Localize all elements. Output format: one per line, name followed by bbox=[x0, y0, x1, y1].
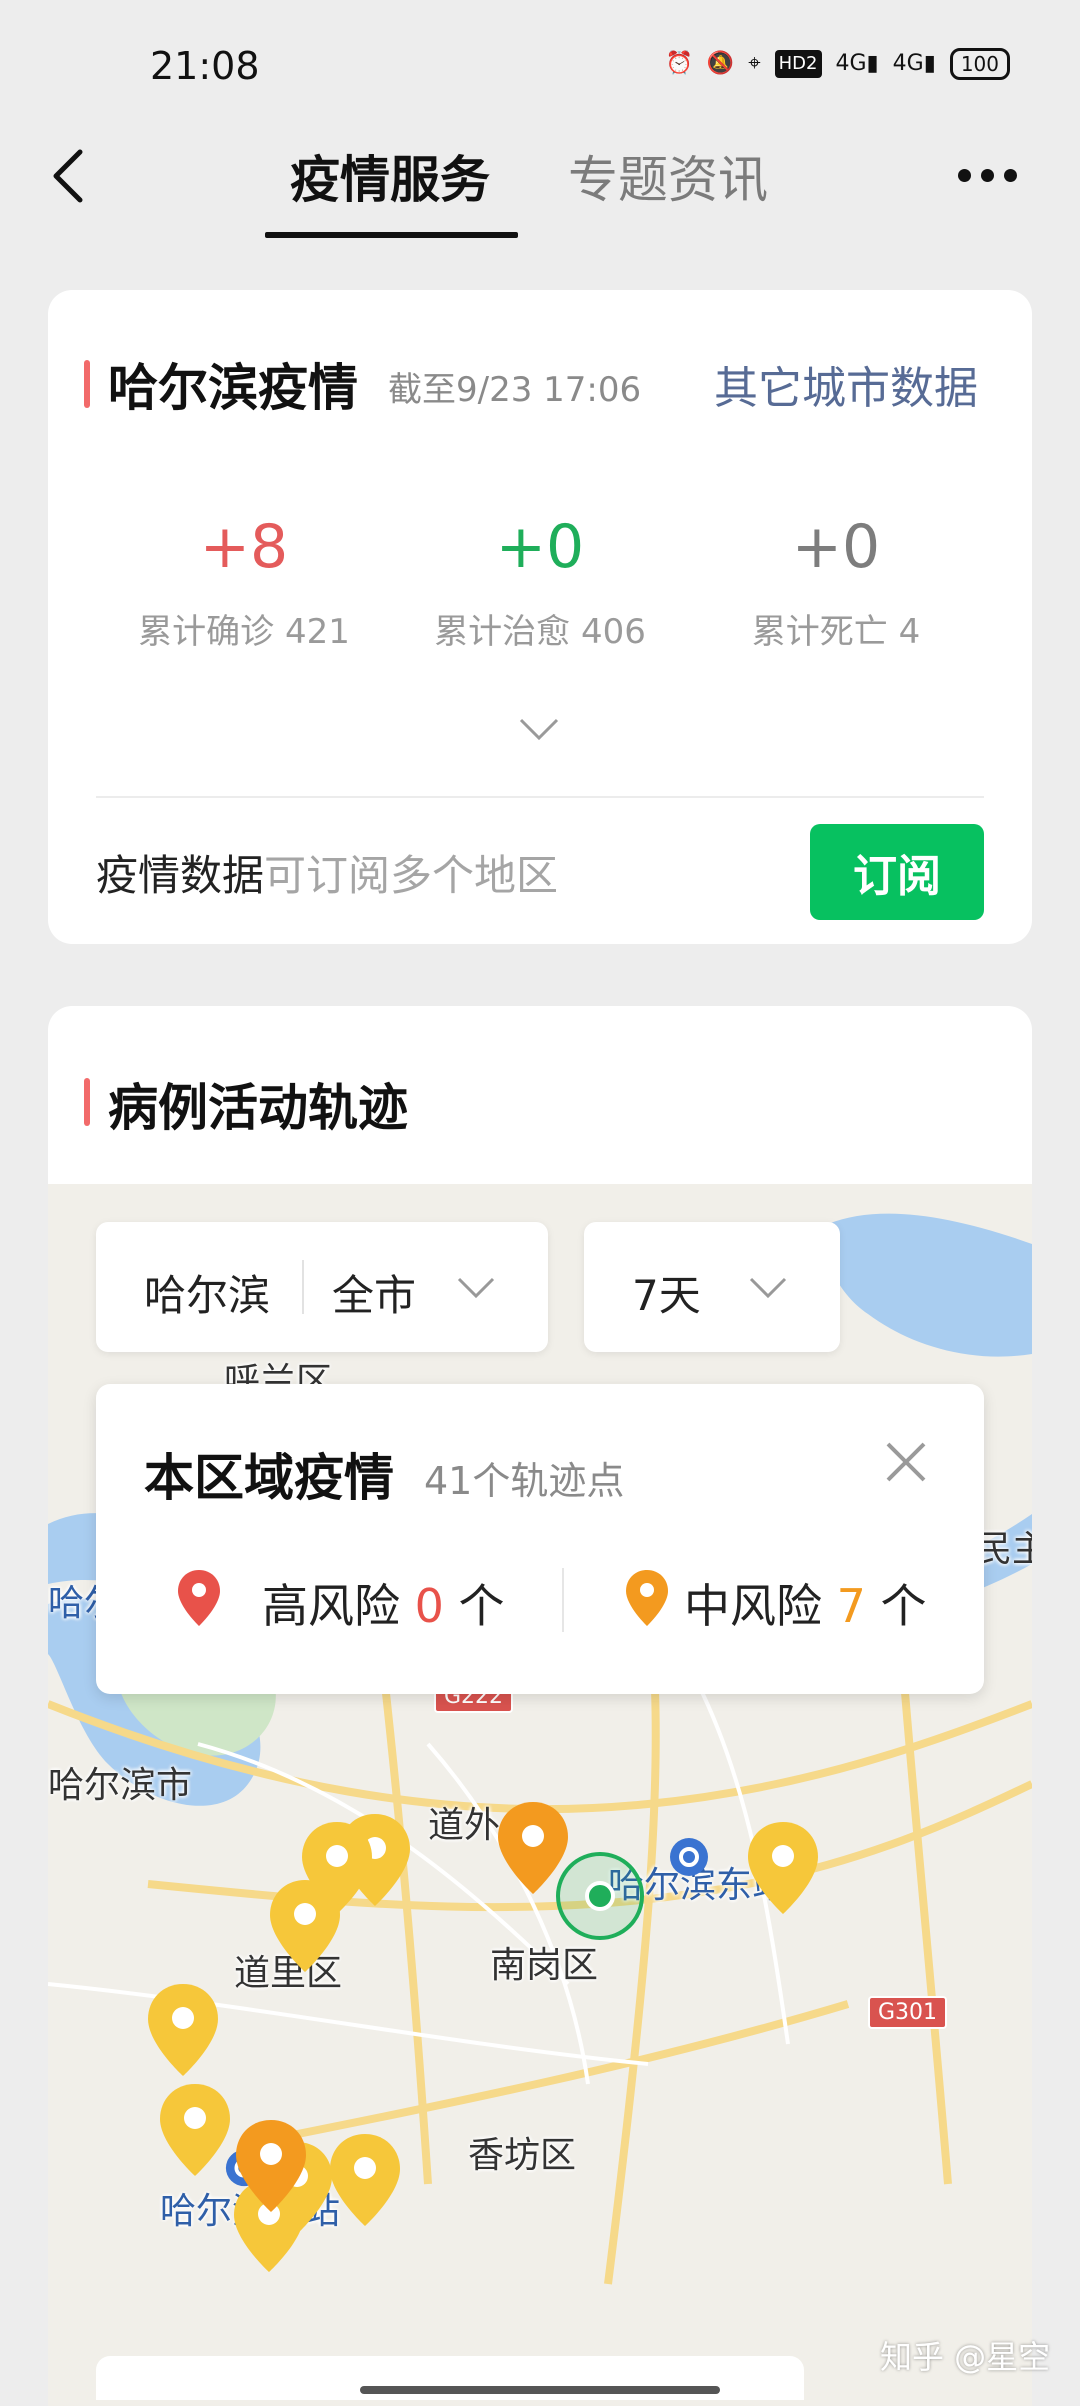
expand-chevron-icon[interactable] bbox=[518, 716, 560, 742]
station-icon bbox=[670, 1838, 708, 1876]
deaths-delta: +0 bbox=[791, 512, 881, 582]
recovered-delta: +0 bbox=[495, 512, 585, 582]
other-cities-link[interactable]: 其它城市数据 bbox=[714, 352, 978, 416]
high-risk-label: 高风险 bbox=[262, 1579, 400, 1633]
confirmed-total: 累计确诊 421 bbox=[138, 612, 350, 652]
title-accent-bar bbox=[84, 360, 90, 408]
popup-count: 41个轨迹点 bbox=[424, 1459, 625, 1503]
mid-risk-unit: 个 bbox=[880, 1579, 927, 1633]
high-risk-pin-icon bbox=[178, 1570, 220, 1626]
close-icon[interactable] bbox=[884, 1440, 928, 1484]
case-trajectory-card: 病例活动轨迹 呼兰区 哈尔 民主 哈尔滨市 道外 哈尔滨东站 道里区 南岗区 香… bbox=[48, 1006, 1032, 2406]
city-title: 哈尔滨疫情 bbox=[108, 359, 358, 417]
filter-area[interactable]: 全市 bbox=[332, 1262, 416, 1323]
subscribe-prompt: 疫情数据可订阅多个地区 bbox=[96, 842, 558, 903]
high-risk-count: 0 bbox=[414, 1579, 444, 1633]
trajectory-pin-icon[interactable] bbox=[268, 1878, 342, 1974]
deaths-total: 累计死亡 4 bbox=[751, 612, 921, 652]
dot-icon bbox=[981, 168, 994, 182]
tab-epidemic-service[interactable]: 疫情服务 bbox=[290, 140, 490, 212]
trajectory-pin-icon[interactable] bbox=[158, 2082, 232, 2178]
map-label-daowai: 道外 bbox=[428, 1805, 501, 1846]
subscribe-label: 疫情数据 bbox=[96, 851, 265, 900]
filter-days[interactable]: 7天 bbox=[632, 1262, 701, 1323]
city-stats-card: 哈尔滨疫情 截至9/23 17:06 其它城市数据 +8 累计确诊 421 +0… bbox=[48, 290, 1032, 944]
popup-title: 本区域疫情 bbox=[144, 1449, 394, 1507]
trajectory-title: 病例活动轨迹 bbox=[108, 1079, 408, 1137]
signal-icon: 4G▮ bbox=[835, 51, 879, 76]
trajectory-pin-icon[interactable] bbox=[146, 1982, 220, 2078]
map-label-xiangfang: 香坊区 bbox=[468, 2135, 577, 2176]
subscribe-button[interactable]: 订阅 bbox=[810, 824, 984, 920]
map-view[interactable]: 呼兰区 哈尔 民主 哈尔滨市 道外 哈尔滨东站 道里区 南岗区 香坊区 哈尔滨西… bbox=[48, 1184, 1032, 2406]
dot-icon bbox=[1004, 168, 1017, 182]
days-filter[interactable]: 7天 bbox=[584, 1222, 840, 1352]
location-icon: ⌖ bbox=[748, 51, 761, 76]
city-area-filter[interactable]: 哈尔滨 全市 bbox=[96, 1222, 548, 1352]
mid-risk-row: 中风险 7 个 bbox=[684, 1570, 927, 1636]
mid-risk-count: 7 bbox=[836, 1579, 866, 1633]
status-bar: 21:08 ⏰ 🔕 ⌖ HD2 4G▮ 4G▮ 100 bbox=[0, 0, 1080, 130]
recovered-total: 累计治愈 406 bbox=[434, 612, 646, 652]
home-indicator[interactable] bbox=[360, 2386, 720, 2394]
map-label-harbin-city: 哈尔滨市 bbox=[48, 1765, 193, 1806]
mid-risk-pin-icon[interactable] bbox=[234, 2118, 308, 2214]
subscribe-hint: 可订阅多个地区 bbox=[264, 851, 559, 900]
filter-city[interactable]: 哈尔滨 bbox=[144, 1262, 270, 1323]
title-accent-bar bbox=[84, 1078, 90, 1126]
map-label-minzhu: 民主 bbox=[976, 1529, 1032, 1570]
confirmed-delta: +8 bbox=[199, 512, 289, 582]
back-arrow-icon[interactable] bbox=[48, 146, 88, 206]
as-of-time: 截至9/23 17:06 bbox=[388, 370, 642, 410]
high-risk-unit: 个 bbox=[458, 1579, 505, 1633]
divider bbox=[96, 796, 984, 798]
status-time: 21:08 bbox=[150, 44, 260, 88]
signal-label-2: 4G bbox=[892, 51, 924, 76]
trajectory-pin-icon[interactable] bbox=[328, 2132, 402, 2228]
chevron-down-icon bbox=[749, 1277, 787, 1299]
risk-divider bbox=[562, 1568, 564, 1632]
chevron-down-icon bbox=[457, 1277, 495, 1299]
tab-topic-news[interactable]: 专题资讯 bbox=[568, 140, 768, 212]
trajectory-pin-icon[interactable] bbox=[746, 1820, 820, 1916]
watermark: 知乎 @星空 bbox=[880, 2338, 1051, 2376]
region-summary-popup: 本区域疫情 41个轨迹点 高风险 0 个 中风险 7 个 bbox=[96, 1384, 984, 1694]
road-badge-g301: G301 bbox=[868, 1996, 948, 2029]
filter-divider bbox=[302, 1260, 304, 1314]
mid-risk-pin-icon bbox=[626, 1570, 668, 1626]
hd-badge: HD2 bbox=[774, 50, 822, 78]
battery-icon: 100 bbox=[949, 48, 1010, 80]
dot-icon bbox=[958, 168, 971, 182]
mid-risk-label: 中风险 bbox=[684, 1579, 822, 1633]
more-button[interactable] bbox=[958, 160, 1028, 190]
status-icons: ⏰ 🔕 ⌖ HD2 4G▮ 4G▮ 100 bbox=[665, 48, 1010, 80]
mid-risk-pin-icon[interactable] bbox=[496, 1800, 570, 1896]
mute-bell-icon: 🔕 bbox=[706, 51, 735, 76]
active-tab-underline bbox=[265, 232, 518, 238]
signal-icon-2: 4G▮ bbox=[892, 51, 936, 76]
signal-label: 4G bbox=[835, 51, 867, 76]
high-risk-row: 高风险 0 个 bbox=[262, 1570, 505, 1636]
alarm-icon: ⏰ bbox=[665, 51, 693, 76]
